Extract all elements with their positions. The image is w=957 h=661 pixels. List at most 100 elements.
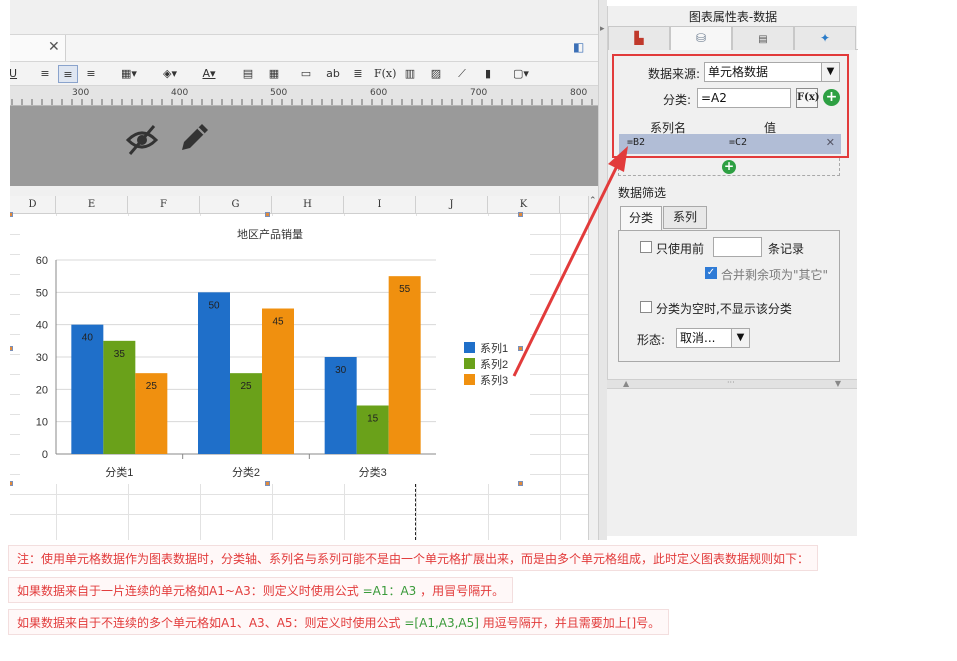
column-header-cell[interactable]: F <box>128 196 200 214</box>
paragraph-icon[interactable]: ≣ <box>350 65 366 83</box>
border-icon[interactable]: ▦▾ <box>114 65 144 83</box>
tab-effects[interactable]: ✦ <box>794 26 856 50</box>
data-label: 45 <box>272 317 284 328</box>
expand-arrow-icon[interactable]: ▸ <box>600 24 605 34</box>
use-first-checkbox[interactable] <box>640 241 652 253</box>
note-text: 用逗号隔开，并且需要加上[]号。 <box>482 616 661 630</box>
tab-data[interactable]: ⛁ <box>670 26 732 50</box>
edit-pencil-icon[interactable] <box>176 118 216 158</box>
fill-color-icon[interactable]: ◈▾ <box>154 65 186 83</box>
merge-checkbox[interactable]: ✓ <box>705 267 717 279</box>
legend-swatch <box>464 358 475 369</box>
chevron-down-icon[interactable]: ▼ <box>731 329 749 347</box>
align-left-icon[interactable]: ≡ <box>36 65 54 83</box>
ruler-label: 800 <box>570 88 588 98</box>
y-tick-label: 50 <box>36 287 48 299</box>
note-line-3: 如果数据来自于不连续的多个单元格如A1、A3、A5：则定义时使用公式 =[A1,… <box>8 609 670 635</box>
hide-empty-checkbox[interactable] <box>640 301 652 313</box>
panel-title: 图表属性表-数据 <box>688 10 778 24</box>
use-first-label: 只使用前 <box>656 242 705 256</box>
ruler-label: 500 <box>270 88 288 98</box>
annotation-arrow <box>512 146 628 377</box>
resize-handle[interactable] <box>265 481 270 486</box>
note-text: 如果数据来自于不连续的多个单元格如A1、A3、A5：则定义时使用公式 <box>17 616 401 630</box>
align-center-icon[interactable]: ≡ <box>58 65 78 83</box>
image-icon[interactable]: ▨ <box>428 65 444 83</box>
column-header-cell[interactable]: G <box>200 196 272 214</box>
merge-cells-icon[interactable]: ▤ <box>240 65 256 83</box>
collapse-panel-icon[interactable]: ◧ <box>573 40 584 54</box>
data-label: 30 <box>335 365 347 376</box>
tab-chart-type[interactable]: ▙ <box>608 26 670 50</box>
data-label: 15 <box>367 414 379 425</box>
legend-swatch <box>464 374 475 385</box>
ruler-label: 300 <box>72 88 90 98</box>
form-value: 取消... <box>680 331 716 345</box>
ruler-label: 400 <box>171 88 189 98</box>
resize-handle[interactable] <box>518 481 523 486</box>
records-label: 条记录 <box>768 242 805 256</box>
column-header-cell[interactable]: D <box>10 196 56 214</box>
split-cells-icon[interactable]: ▦ <box>266 65 282 83</box>
column-header-cell[interactable]: H <box>272 196 344 214</box>
ruler-label: 700 <box>470 88 488 98</box>
style-icon: ▤ <box>758 34 768 45</box>
chart-cell-icon[interactable]: ▥ <box>402 65 418 83</box>
bar <box>388 276 421 454</box>
bar <box>262 308 294 454</box>
y-tick-label: 0 <box>42 449 48 461</box>
horizontal-ruler: 300 400 500 600 700 800 <box>10 86 598 106</box>
highlight-box <box>612 54 849 158</box>
note-text: 如果数据来自于一片连续的单元格如A1~A3：则定义时使用公式 <box>17 584 359 598</box>
grip-icon[interactable]: ··· <box>727 378 735 387</box>
x-tick-label: 分类2 <box>232 465 260 479</box>
page-break-line <box>415 484 416 540</box>
property-tabs: ▙ ⛁ ▤ ✦ <box>608 26 858 50</box>
column-header-cell[interactable]: J <box>416 196 488 214</box>
tab-style[interactable]: ▤ <box>732 26 794 50</box>
add-series-row[interactable]: + <box>618 158 840 176</box>
underline-icon[interactable]: U <box>10 65 18 83</box>
database-icon: ⛁ <box>695 31 707 45</box>
add-series-icon[interactable]: + <box>722 160 736 174</box>
bar <box>198 292 230 454</box>
bar-chart[interactable]: 地区产品销量 0 10 20 30 40 50 60 分类1 40 35 25 分类2 50 25 45 分类3… <box>20 216 530 484</box>
tab-filter-series[interactable]: 系列 <box>663 206 707 229</box>
column-header-cell[interactable]: E <box>56 196 128 214</box>
subreport-icon[interactable]: ▮ <box>480 65 496 83</box>
frame-icon[interactable]: ▢▾ <box>506 65 536 83</box>
data-label: 25 <box>146 381 158 392</box>
record-count-input[interactable] <box>713 237 762 257</box>
document-tab[interactable]: ✕ <box>10 35 66 61</box>
close-icon[interactable]: ✕ <box>48 39 60 55</box>
slash-icon[interactable]: ⟋ <box>454 65 470 83</box>
legend-swatch <box>464 342 475 353</box>
note-text: ，用冒号隔开。 <box>420 584 505 598</box>
y-tick-label: 60 <box>36 255 48 267</box>
insert-row-icon[interactable]: ▭ <box>298 65 314 83</box>
note-line-1: 注：使用单元格数据作为图表数据时，分类轴、系列名与系列可能不是由一个单元格扩展出… <box>8 545 819 571</box>
form-select[interactable]: 取消... ▼ <box>676 328 750 348</box>
x-tick-label: 分类3 <box>359 465 387 479</box>
y-tick-label: 20 <box>36 384 48 396</box>
note-line-2: 如果数据来自于一片连续的单元格如A1~A3：则定义时使用公式 =A1：A3 ，用… <box>8 577 514 603</box>
resize-handle[interactable] <box>265 212 270 217</box>
y-tick-label: 10 <box>36 417 48 429</box>
data-label: 40 <box>82 333 94 344</box>
column-header-cell[interactable]: I <box>344 196 416 214</box>
resize-handle[interactable] <box>10 346 13 351</box>
text-icon[interactable]: ab <box>324 65 342 83</box>
data-label: 50 <box>208 300 220 311</box>
formula-icon[interactable]: F(x) <box>374 65 396 83</box>
document-tab-bar: ✕ ◧ <box>10 34 598 62</box>
font-color-icon[interactable]: A▾ <box>194 65 224 83</box>
chart-title: 地区产品销量 <box>237 227 303 241</box>
effects-icon: ✦ <box>819 31 831 45</box>
resize-handle[interactable] <box>10 481 13 486</box>
resize-handle[interactable] <box>10 212 13 217</box>
align-right-icon[interactable]: ≡ <box>82 65 100 83</box>
data-label: 25 <box>240 381 252 392</box>
panel-splitter[interactable]: ▲ ··· ▼ <box>607 378 857 389</box>
note-text: 注：使用单元格数据作为图表数据时，分类轴、系列名与系列可能不是由一个单元格扩展出… <box>17 552 810 566</box>
down-arrow-icon[interactable]: ▼ <box>835 379 841 388</box>
